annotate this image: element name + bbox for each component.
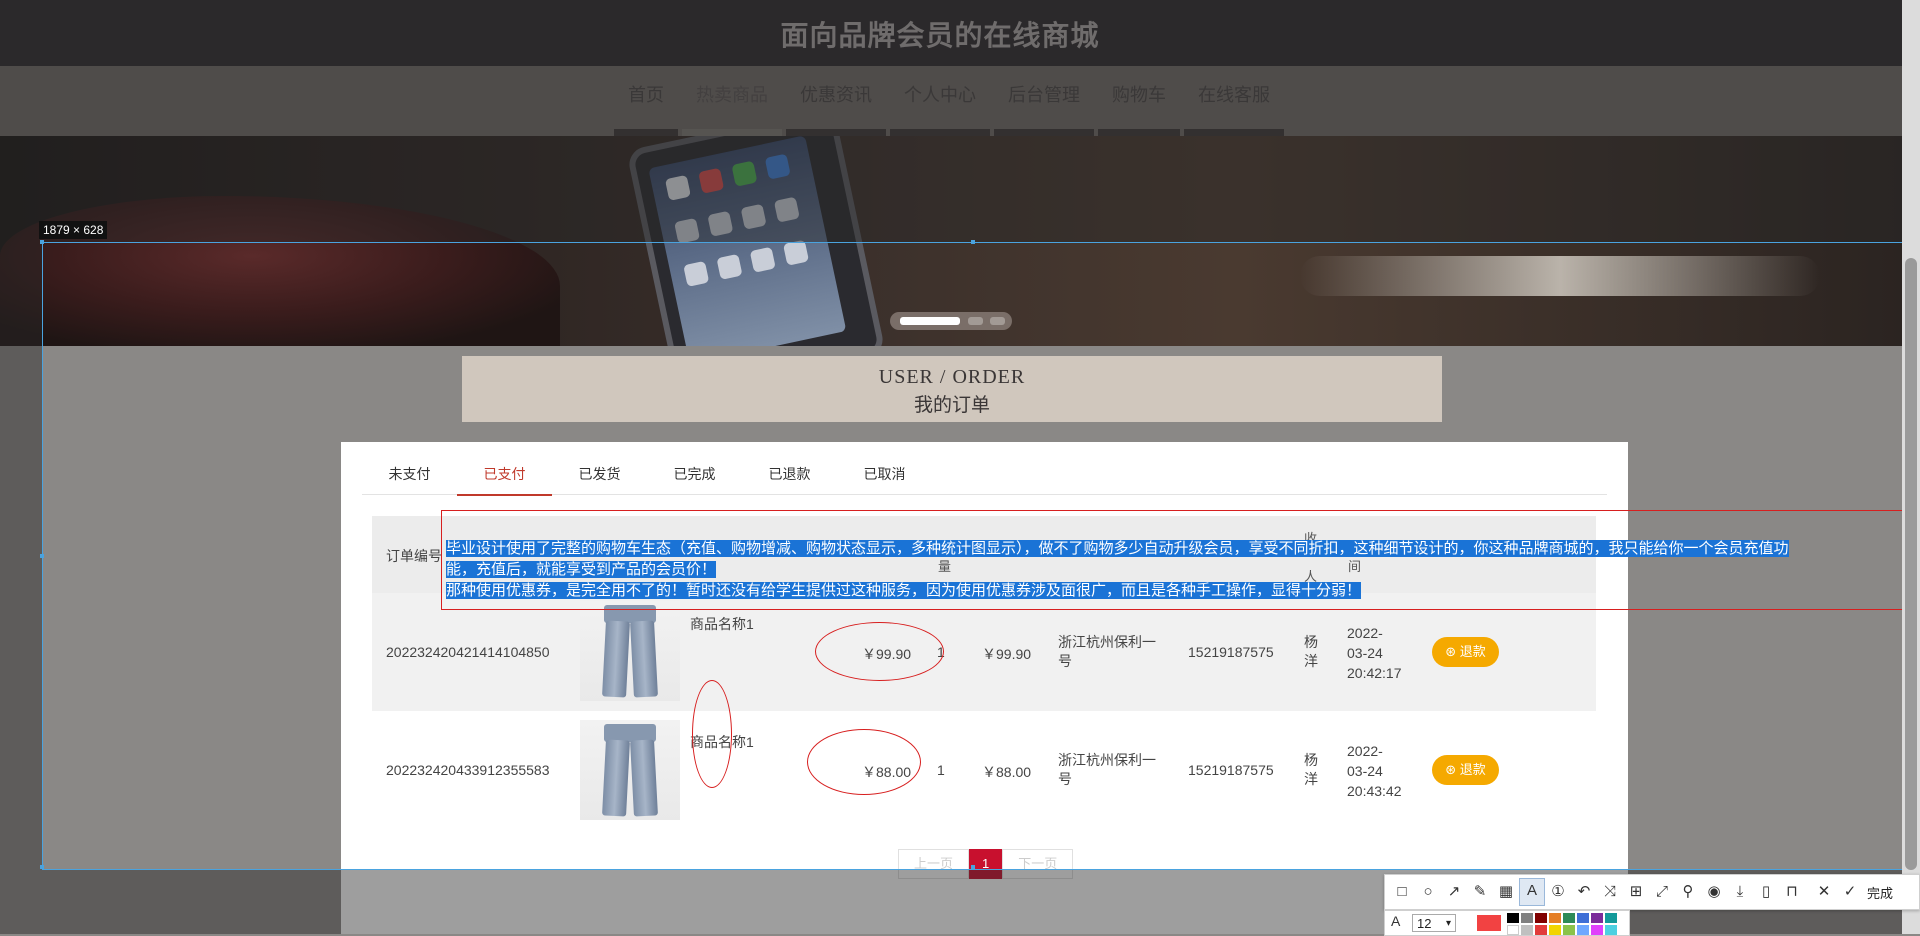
pin-icon[interactable]: ⚲ bbox=[1675, 879, 1701, 905]
color-swatch[interactable] bbox=[1591, 913, 1603, 923]
font-size-icon: A bbox=[1391, 913, 1401, 929]
scrollbar-thumb[interactable] bbox=[1905, 258, 1917, 870]
color-swatch[interactable] bbox=[1521, 913, 1533, 923]
text-icon[interactable]: A bbox=[1519, 878, 1545, 906]
resize-handle[interactable] bbox=[971, 240, 975, 244]
mosaic-icon[interactable]: ▦ bbox=[1493, 879, 1519, 905]
bookmark-icon[interactable]: ⊓ bbox=[1779, 879, 1805, 905]
annotation-line-3: 那种使用优惠券，是完全用不了的！暂时还没有给学生提供过这种服务，因为使用优惠券涉… bbox=[446, 582, 1362, 599]
annotation-ellipse[interactable] bbox=[815, 622, 944, 681]
resize-handle[interactable] bbox=[971, 865, 975, 869]
annotation-ellipse[interactable] bbox=[692, 680, 732, 788]
resize-handle[interactable] bbox=[40, 240, 44, 244]
color-swatch[interactable] bbox=[1535, 913, 1547, 923]
scroll-capture-icon[interactable]: ⤢ bbox=[1649, 879, 1675, 905]
current-color-swatch[interactable] bbox=[1477, 915, 1501, 931]
pen-icon[interactable]: ✎ bbox=[1467, 879, 1493, 905]
capture-size-label: 1879 × 628 bbox=[39, 221, 108, 239]
ocr-icon[interactable]: ⊞ bbox=[1623, 879, 1649, 905]
font-size-value: 12 bbox=[1417, 916, 1432, 931]
screenshot-toolbar: □ ○ ↗ ✎ ▦ A ① ↶ ⤨ ⊞ ⤢ ⚲ ◉ ⤓ ▯ ⊓ ✕ ✓ 完成 bbox=[1384, 874, 1920, 910]
annotation-line-2: 能，充值后，就能享受到产品的会员价！ bbox=[446, 561, 717, 578]
color-swatch[interactable] bbox=[1605, 913, 1617, 923]
number-icon[interactable]: ① bbox=[1545, 879, 1571, 905]
save-icon[interactable]: ▯ bbox=[1753, 879, 1779, 905]
annotation-ellipse[interactable] bbox=[807, 729, 921, 795]
annotation-line-1: 毕业设计使用了完整的购物车生态（充值、购物增减、购物状态显示，多种统计图显示），… bbox=[446, 540, 1789, 557]
chevron-down-icon: ▾ bbox=[1445, 918, 1451, 929]
resize-handle[interactable] bbox=[40, 554, 44, 558]
ellipse-icon[interactable]: ○ bbox=[1415, 879, 1441, 905]
download-icon[interactable]: ⤓ bbox=[1727, 879, 1753, 905]
done-button[interactable]: 完成 bbox=[1867, 883, 1893, 902]
arrow-icon[interactable]: ↗ bbox=[1441, 879, 1467, 905]
undo-icon[interactable]: ↶ bbox=[1571, 879, 1597, 905]
annotation-text[interactable]: 毕业设计使用了完整的购物车生态（充值、购物增减、购物状态显示，多种统计图显示），… bbox=[446, 538, 1894, 601]
capture-dim-left bbox=[0, 242, 42, 870]
record-icon[interactable]: ◉ bbox=[1701, 879, 1727, 905]
color-swatch[interactable] bbox=[1549, 913, 1561, 923]
color-swatch[interactable] bbox=[1563, 913, 1575, 923]
color-swatch[interactable] bbox=[1577, 913, 1589, 923]
close-icon[interactable]: ✕ bbox=[1811, 879, 1837, 905]
font-size-select[interactable]: 12 ▾ bbox=[1412, 914, 1456, 932]
color-swatch[interactable] bbox=[1507, 913, 1519, 923]
resize-handle[interactable] bbox=[40, 865, 44, 869]
rectangle-icon[interactable]: □ bbox=[1389, 879, 1415, 905]
check-icon[interactable]: ✓ bbox=[1837, 879, 1863, 905]
redo-icon[interactable]: ⤨ bbox=[1597, 879, 1623, 905]
capture-dim-top bbox=[0, 0, 1902, 242]
